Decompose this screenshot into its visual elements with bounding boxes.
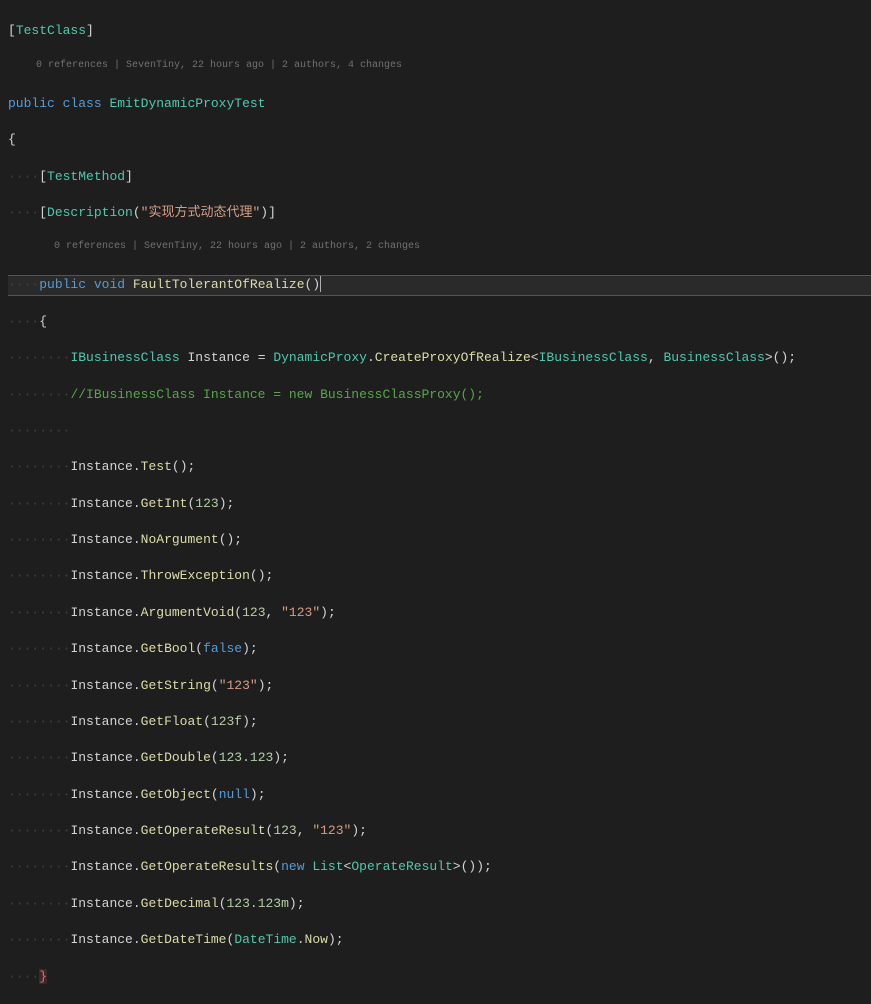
var: Instance bbox=[70, 787, 132, 802]
str: "123" bbox=[219, 678, 258, 693]
var: Instance bbox=[187, 350, 249, 365]
method: CreateProxyOfRealize bbox=[375, 350, 531, 365]
var: Instance bbox=[70, 750, 132, 765]
var: Instance bbox=[70, 459, 132, 474]
code-line: { bbox=[8, 131, 871, 149]
num: 123.123m bbox=[227, 896, 289, 911]
kw-new: new bbox=[281, 859, 304, 874]
current-line[interactable]: ····public void FaultTolerantOfRealize() bbox=[8, 275, 871, 295]
var: Instance bbox=[70, 896, 132, 911]
attr-testmethod: TestMethod bbox=[47, 169, 125, 184]
var: Instance bbox=[70, 641, 132, 656]
codelens[interactable]: 0 references | SevenTiny, 22 hours ago |… bbox=[8, 240, 871, 258]
method: GetObject bbox=[141, 787, 211, 802]
code-line: ········Instance.GetDateTime(DateTime.No… bbox=[8, 931, 871, 949]
method: GetInt bbox=[141, 496, 188, 511]
type: OperateResult bbox=[351, 859, 452, 874]
code-line: ····{ bbox=[8, 313, 871, 331]
codelens[interactable]: 0 references | SevenTiny, 22 hours ago |… bbox=[8, 59, 871, 77]
var: Instance bbox=[70, 496, 132, 511]
text-cursor bbox=[320, 276, 321, 292]
blank-line: ········ bbox=[8, 422, 871, 440]
code-line: ········Instance.GetBool(false); bbox=[8, 640, 871, 658]
code-line: ········Instance.GetObject(null); bbox=[8, 786, 871, 804]
code-line: ········Instance.ArgumentVoid(123, "123"… bbox=[8, 604, 871, 622]
method: NoArgument bbox=[141, 532, 219, 547]
kw-null: null bbox=[219, 787, 250, 802]
method: Test bbox=[141, 459, 172, 474]
code-line: ········Instance.ThrowException(); bbox=[8, 567, 871, 585]
method: GetDateTime bbox=[141, 932, 227, 947]
code-line: public class EmitDynamicProxyTest bbox=[8, 95, 871, 113]
brace-error: } bbox=[39, 969, 47, 984]
type: BusinessClass bbox=[663, 350, 764, 365]
code-line: ········Instance.GetDecimal(123.123m); bbox=[8, 895, 871, 913]
str: "123" bbox=[281, 605, 320, 620]
code-line: ········Instance.GetOperateResults(new L… bbox=[8, 858, 871, 876]
comment: //IBusinessClass Instance = new Business… bbox=[70, 387, 483, 402]
code-line: ········Instance.NoArgument(); bbox=[8, 531, 871, 549]
code-line: ········Instance.GetFloat(123f); bbox=[8, 713, 871, 731]
code-line: ········Instance.GetString("123"); bbox=[8, 677, 871, 695]
method-name: FaultTolerantOfRealize bbox=[133, 277, 305, 292]
code-line: ········//IBusinessClass Instance = new … bbox=[8, 386, 871, 404]
code-line: ········Instance.Test(); bbox=[8, 458, 871, 476]
code-editor[interactable]: [TestClass] 0 references | SevenTiny, 22… bbox=[0, 0, 871, 1004]
kw-class: class bbox=[63, 96, 102, 111]
type: IBusinessClass bbox=[70, 350, 179, 365]
num: 123.123 bbox=[219, 750, 274, 765]
attr-testclass: TestClass bbox=[16, 23, 86, 38]
attr-description: Description bbox=[47, 205, 133, 220]
type: DynamicProxy bbox=[273, 350, 367, 365]
method: GetDouble bbox=[141, 750, 211, 765]
var: Instance bbox=[70, 568, 132, 583]
num: 123 bbox=[273, 823, 296, 838]
type-classname: EmitDynamicProxyTest bbox=[109, 96, 265, 111]
str: "123" bbox=[312, 823, 351, 838]
method: GetFloat bbox=[141, 714, 203, 729]
var: Instance bbox=[70, 532, 132, 547]
num: 123 bbox=[242, 605, 265, 620]
type: DateTime bbox=[234, 932, 296, 947]
kw-public: public bbox=[39, 277, 86, 292]
method: GetBool bbox=[141, 641, 196, 656]
method: ThrowException bbox=[141, 568, 250, 583]
method: GetString bbox=[141, 678, 211, 693]
var: Instance bbox=[70, 605, 132, 620]
var: Instance bbox=[70, 859, 132, 874]
var: Instance bbox=[70, 932, 132, 947]
type: List bbox=[312, 859, 343, 874]
num: 123f bbox=[211, 714, 242, 729]
kw-void: void bbox=[94, 277, 125, 292]
code-line: ········Instance.GetInt(123); bbox=[8, 495, 871, 513]
kw-false: false bbox=[203, 641, 242, 656]
num: 123 bbox=[195, 496, 218, 511]
var: Instance bbox=[70, 678, 132, 693]
desc-string: "实现方式动态代理" bbox=[141, 205, 261, 220]
prop: Now bbox=[305, 932, 328, 947]
kw-public: public bbox=[8, 96, 55, 111]
method: ArgumentVoid bbox=[141, 605, 235, 620]
var: Instance bbox=[70, 823, 132, 838]
method: GetOperateResults bbox=[141, 859, 274, 874]
code-line: ········Instance.GetOperateResult(123, "… bbox=[8, 822, 871, 840]
method: GetOperateResult bbox=[141, 823, 266, 838]
type: IBusinessClass bbox=[539, 350, 648, 365]
code-line: ········Instance.GetDouble(123.123); bbox=[8, 749, 871, 767]
method: GetDecimal bbox=[141, 896, 219, 911]
code-line: ····} bbox=[8, 968, 871, 986]
code-line: ····[Description("实现方式动态代理")] bbox=[8, 204, 871, 222]
code-line: [TestClass] bbox=[8, 22, 871, 40]
code-line: ········IBusinessClass Instance = Dynami… bbox=[8, 349, 871, 367]
code-line: ····[TestMethod] bbox=[8, 168, 871, 186]
var: Instance bbox=[70, 714, 132, 729]
